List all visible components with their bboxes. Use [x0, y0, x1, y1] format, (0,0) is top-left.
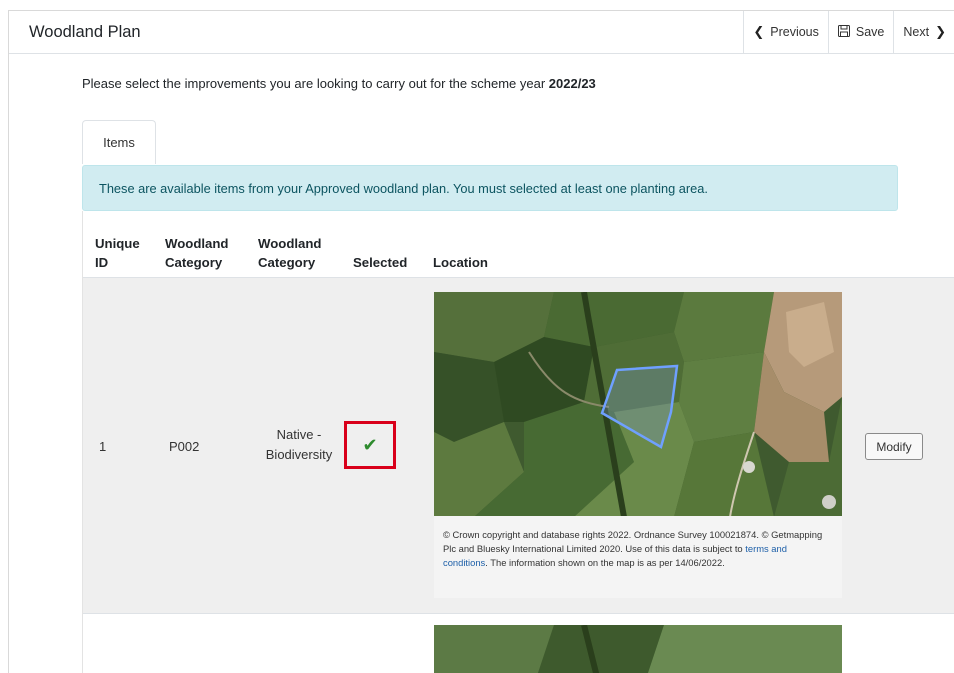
- page-header: Woodland Plan ❮ Previous Save Next ❯: [9, 11, 954, 54]
- intro-text: Please select the improvements you are l…: [82, 76, 596, 91]
- column-header-line: Unique: [95, 236, 140, 251]
- table-row: 1 P002 Native - Biodiversity ✔ © Crown c…: [83, 278, 954, 613]
- location-map[interactable]: [434, 625, 842, 673]
- row-code: P002: [169, 439, 200, 454]
- check-icon: ✔: [362, 434, 378, 455]
- save-button[interactable]: Save: [827, 11, 894, 53]
- column-header-line: Woodland: [258, 236, 322, 251]
- tab-items[interactable]: Items: [82, 120, 156, 164]
- selected-highlight[interactable]: ✔: [344, 421, 396, 469]
- column-header-woodland-category-2: Woodland Category: [258, 234, 321, 272]
- column-header-unique-id: Unique ID: [95, 234, 140, 272]
- column-header-line: ID: [95, 255, 109, 270]
- row-category: Native - Biodiversity: [259, 425, 339, 465]
- chevron-right-icon: ❯: [935, 24, 946, 39]
- column-header-woodland-category: Woodland Category: [165, 234, 228, 272]
- toolbar: ❮ Previous Save Next ❯: [743, 11, 954, 53]
- column-header-line: Category: [258, 255, 316, 270]
- alert-text: These are available items from your Appr…: [99, 181, 708, 196]
- items-table: Unique ID Woodland Category Woodland Cat…: [82, 211, 954, 673]
- page-frame: Woodland Plan ❮ Previous Save Next ❯ Ple…: [8, 10, 954, 673]
- save-label: Save: [855, 25, 885, 39]
- info-alert: These are available items from your Appr…: [82, 165, 898, 211]
- next-label: Next: [903, 25, 930, 39]
- column-header-location: Location: [433, 255, 488, 270]
- modify-button[interactable]: Modify: [865, 433, 923, 460]
- save-icon: [837, 24, 850, 40]
- row-divider: [83, 613, 954, 614]
- chevron-left-icon: ❮: [753, 24, 765, 39]
- intro-sentence: Please select the improvements you are l…: [82, 76, 546, 91]
- row-category-line: Biodiversity: [265, 447, 333, 462]
- map-attribution: © Crown copyright and database rights 20…: [434, 516, 842, 598]
- previous-button[interactable]: ❮ Previous: [743, 11, 828, 53]
- row-unique-id: 1: [99, 439, 107, 454]
- tab-items-label: Items: [103, 135, 135, 150]
- location-map[interactable]: [434, 292, 842, 517]
- row-category-line: Native -: [276, 427, 322, 442]
- next-button[interactable]: Next ❯: [893, 11, 954, 53]
- column-header-line: Woodland: [165, 236, 229, 251]
- aerial-map-image: [434, 292, 842, 517]
- scheme-year: 2022/23: [548, 76, 596, 91]
- page-title: Woodland Plan: [29, 23, 141, 41]
- attribution-text-after: . The information shown on the map is as…: [485, 557, 725, 568]
- column-header-line: Category: [165, 255, 223, 270]
- aerial-map-image: [434, 625, 842, 673]
- column-header-selected: Selected: [353, 255, 408, 270]
- previous-label: Previous: [770, 25, 819, 39]
